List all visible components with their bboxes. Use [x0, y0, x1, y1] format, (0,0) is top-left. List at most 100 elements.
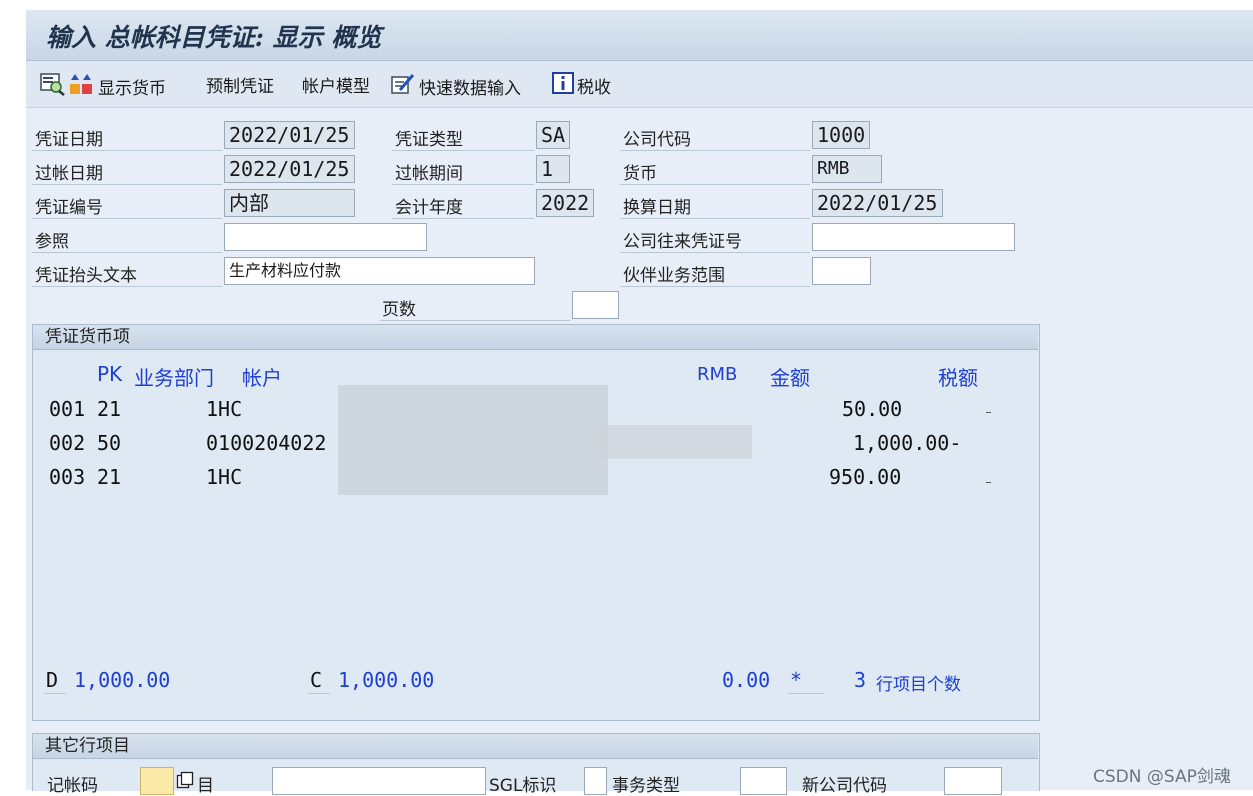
doc-date-field[interactable]: 2022/01/25: [224, 121, 355, 149]
posting-key-label: 记帐码: [47, 776, 98, 796]
line-count: 3: [854, 668, 867, 692]
intercompany-field[interactable]: [812, 223, 1015, 251]
doc-type-label: 凭证类型: [395, 130, 463, 150]
doc-number-label: 凭证编号: [35, 198, 103, 218]
account-label: 目: [197, 776, 214, 796]
posting-date-field[interactable]: 2022/01/25: [224, 155, 355, 183]
tax-label: 税收: [577, 78, 611, 98]
balance-amount: 0.00: [722, 668, 771, 692]
currency-field[interactable]: RMB: [812, 155, 882, 183]
row-account: 1HC: [206, 465, 243, 489]
line-count-label: 行项目个数: [876, 675, 961, 695]
divider: [308, 693, 330, 694]
row-number: 003: [49, 465, 86, 489]
divider: [32, 286, 222, 287]
park-document-button[interactable]: 预制凭证: [206, 72, 274, 97]
account-model-button[interactable]: 帐户模型: [302, 72, 370, 97]
debit-total: 1,000.00: [74, 668, 171, 692]
doc-number-field[interactable]: 内部: [224, 189, 355, 217]
divider: [620, 252, 810, 253]
trans-type-field[interactable]: [740, 767, 787, 795]
trans-type-label: 事务类型: [612, 776, 680, 796]
credit-label: C: [310, 668, 323, 692]
divider: [620, 286, 810, 287]
reference-label: 参照: [35, 232, 69, 252]
row-amount: 950.00: [829, 465, 902, 489]
divider: [392, 150, 534, 151]
trading-partner-field[interactable]: [812, 257, 871, 285]
col-account: 帐户: [242, 366, 282, 390]
divider: [32, 184, 222, 185]
account-field[interactable]: [272, 767, 486, 795]
redacted-region: [600, 425, 752, 459]
row-posting-key: 21: [97, 397, 122, 421]
new-company-label: 新公司代码: [802, 776, 887, 796]
fiscal-year-field[interactable]: 2022: [536, 189, 594, 217]
show-currency-label: 显示货币: [98, 79, 166, 99]
other-items-group-title: 其它行项目: [33, 734, 1038, 759]
tax-marker: [986, 412, 991, 413]
divider: [392, 184, 534, 185]
fast-entry-label: 快速数据输入: [419, 79, 521, 99]
divider: [620, 150, 810, 151]
header-text-field[interactable]: 生产材料应付款: [224, 257, 535, 285]
fast-entry-icon: [390, 72, 416, 101]
col-amount: 金额: [770, 366, 810, 390]
watermark: CSDN @SAP剑魂: [1093, 767, 1231, 787]
items-group-title: 凭证货币项: [33, 325, 1038, 350]
sgl-label: SGL标识: [489, 776, 557, 796]
divider: [392, 218, 534, 219]
col-tax: 税额: [938, 366, 978, 390]
divider: [32, 218, 222, 219]
period-field[interactable]: 1: [536, 155, 570, 183]
divider: [620, 184, 810, 185]
divider: [44, 693, 66, 694]
company-code-label: 公司代码: [623, 130, 691, 150]
info-icon: [552, 72, 574, 99]
col-currency: RMB: [697, 364, 738, 385]
divider: [788, 693, 824, 694]
tax-marker: [986, 482, 991, 483]
redacted-region: [338, 385, 608, 495]
currency-icon: [69, 72, 95, 101]
row-account: 0100204022: [206, 431, 327, 455]
reference-field[interactable]: [224, 223, 427, 251]
translation-date-field[interactable]: 2022/01/25: [812, 189, 943, 217]
translation-date-label: 换算日期: [623, 198, 691, 218]
divider: [32, 252, 222, 253]
col-pk: PK: [97, 362, 123, 386]
divider: [620, 218, 810, 219]
tax-button[interactable]: 税收: [552, 72, 611, 99]
show-currency-button[interactable]: 显示货币: [40, 72, 166, 101]
doc-date-label: 凭证日期: [35, 130, 103, 150]
trading-partner-label: 伙伴业务范围: [623, 266, 725, 286]
intercompany-label: 公司往来凭证号: [623, 232, 742, 252]
period-label: 过帐期间: [395, 164, 463, 184]
col-business-area: 业务部门: [134, 366, 214, 390]
balance-flag: *: [790, 668, 803, 692]
divider: [32, 150, 222, 151]
row-amount: 50.00: [842, 397, 903, 421]
header-text-label: 凭证抬头文本: [35, 266, 137, 286]
posting-date-label: 过帐日期: [35, 164, 103, 184]
row-number: 002: [49, 431, 86, 455]
page-title: 输入 总帐科目凭证: 显示 概览: [46, 23, 382, 52]
display-icon: [40, 72, 66, 101]
fast-entry-button[interactable]: 快速数据输入: [390, 72, 521, 101]
pages-field[interactable]: [572, 291, 619, 319]
divider: [380, 320, 570, 321]
sgl-field[interactable]: [584, 767, 607, 795]
row-number: 001: [49, 397, 86, 421]
debit-label: D: [46, 668, 59, 692]
row-account: 1HC: [206, 397, 243, 421]
company-code-field[interactable]: 1000: [812, 121, 870, 149]
copy-icon[interactable]: [176, 771, 194, 789]
doc-type-field[interactable]: SA: [536, 121, 570, 149]
row-amount: 1,000.00-: [853, 431, 962, 455]
currency-label: 货币: [623, 164, 657, 184]
new-company-field[interactable]: [944, 767, 1002, 795]
fiscal-year-label: 会计年度: [395, 198, 463, 218]
row-posting-key: 21: [97, 465, 122, 489]
credit-total: 1,000.00: [338, 668, 435, 692]
posting-key-field[interactable]: [140, 767, 174, 795]
